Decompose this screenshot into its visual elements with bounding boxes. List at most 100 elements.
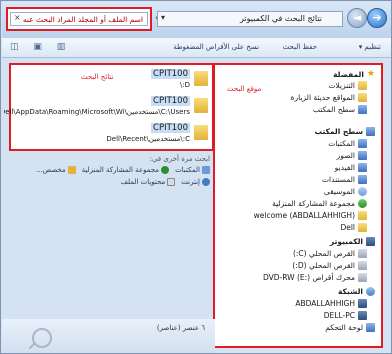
globe-icon — [202, 178, 210, 186]
forward-button[interactable]: ➔ — [367, 8, 387, 28]
address-path: نتائج البحث في الكمبيوتر — [240, 14, 322, 23]
address-bar[interactable]: نتائج البحث في الكمبيوتر ▾ — [157, 11, 343, 27]
nav-item-homegroup[interactable]: مجموعة المشاركة المنزلية — [272, 199, 367, 208]
search-field[interactable]: × — [10, 12, 148, 26]
control-panel-icon — [366, 323, 375, 332]
nav-label: المواقع حديثة الزيارة — [290, 93, 355, 102]
nav-label: الفيديو — [334, 163, 355, 172]
drive-icon — [358, 249, 367, 258]
view-options-icon[interactable]: ▥ ▣ ◫ — [10, 42, 71, 52]
nav-item-control-panel[interactable]: لوحة التحكم — [325, 323, 375, 332]
nav-item-desktop-fav[interactable]: سطح المكتب — [313, 105, 367, 114]
search-again-title: ابحث مرة أخرى في: — [149, 155, 210, 163]
nav-item-dell[interactable]: Dell — [340, 223, 367, 232]
nav-item-drive-e[interactable]: محرك أقراص DVD-RW (E:) — [263, 273, 367, 282]
library-icon — [202, 166, 210, 174]
link-label: مخصص... — [36, 166, 66, 174]
nav-label: الصور — [336, 151, 355, 160]
nav-item-computer[interactable]: الكمبيوتر — [330, 237, 375, 246]
explorer-window: × cpit ↻ نتائج البحث في الكمبيوتر ▾ ◄ ➔ … — [0, 0, 392, 354]
command-bar: تنظيم ▾ حفظ البحث نسخ على الأقراص المضغو… — [2, 38, 391, 58]
result-name: CPIT100 — [151, 123, 190, 133]
save-search-button[interactable]: حفظ البحث — [283, 43, 317, 51]
nav-item-drive-c[interactable]: القرص المحلي (C:) — [293, 249, 367, 258]
nav-item-documents[interactable]: المستندات — [322, 175, 367, 184]
link-label: إنترنت — [181, 178, 200, 186]
search-again-file-contents[interactable]: محتويات الملف — [121, 178, 176, 186]
folder-icon — [67, 166, 76, 174]
folder-icon — [358, 223, 367, 232]
organize-menu[interactable]: تنظيم ▾ — [359, 43, 381, 51]
search-again-custom[interactable]: مخصص... — [36, 166, 76, 174]
drive-icon — [358, 273, 367, 282]
nav-label: سطح المكتب — [312, 105, 355, 114]
nav-label: welcome (ABDALLAHHIGH) — [253, 211, 355, 220]
result-item[interactable]: CPIT100 C:\Users\مستخدمين\Dell\AppData\R… — [4, 96, 208, 121]
link-label: المكتبات — [175, 166, 200, 174]
nav-item-downloads[interactable]: التنزيلات — [328, 81, 367, 90]
nav-item-drive-d[interactable]: القرص المحلي (D:) — [292, 261, 367, 270]
search-box-highlight: × — [6, 7, 152, 31]
item-count: ٦ عنصر (عناصر) — [156, 324, 205, 332]
folder-icon — [358, 81, 367, 90]
folder-icon — [358, 211, 367, 220]
nav-item-music[interactable]: الموسيقى — [324, 187, 367, 196]
folder-icon — [358, 93, 367, 102]
burn-button[interactable]: نسخ على الأقراص المضغوطة — [173, 43, 259, 51]
computer-icon — [366, 237, 375, 246]
nav-label: المكتبات — [328, 139, 355, 148]
nav-label: مجموعة المشاركة المنزلية — [272, 199, 355, 208]
nav-item-abdallahhigh[interactable]: ABDALLAHHIGH — [295, 299, 367, 308]
nav-label: التنزيلات — [328, 81, 355, 90]
folder-icon — [194, 71, 208, 86]
back-button[interactable]: ◄ — [347, 8, 367, 28]
search-again-homegroup[interactable]: مجموعة المشاركة المنزلية — [81, 166, 170, 174]
search-results-pane: نتائج البحث CPIT100 D:\ CPIT100 C:\Users… — [4, 63, 214, 151]
nav-label: الموسيقى — [323, 187, 355, 196]
search-again-internet[interactable]: إنترنت — [181, 178, 210, 186]
nav-item-pictures[interactable]: الصور — [337, 151, 367, 160]
result-item[interactable]: CPIT100 D:\ — [16, 69, 208, 94]
library-icon — [358, 175, 367, 184]
result-path: C:\Users\مستخدمين\Dell\AppData\Roaming\M… — [4, 108, 190, 116]
search-location-annotation: موقع البحث — [227, 85, 262, 93]
nav-label: المفضلة — [333, 69, 364, 79]
nav-item-welcome[interactable]: welcome (ABDALLAHHIGH) — [254, 211, 367, 220]
nav-item-libraries[interactable]: المكتبات — [328, 139, 367, 148]
nav-label: Dell — [340, 223, 355, 232]
nav-item-network[interactable]: الشبكة — [338, 287, 375, 296]
desktop-icon — [358, 105, 367, 114]
nav-label: الشبكة — [338, 287, 363, 296]
nav-label: القرص المحلي (C:) — [292, 249, 355, 258]
nav-label: المستندات — [321, 175, 355, 184]
result-name: CPIT100 — [151, 69, 190, 79]
clear-search-icon[interactable]: × — [14, 13, 21, 22]
nav-label: DELL-PC — [323, 311, 355, 320]
library-icon — [358, 163, 367, 172]
result-name: CPIT100 — [151, 96, 190, 106]
search-again-row: إنترنت محتويات الملف — [121, 178, 210, 186]
search-again-row: المكتبات مجموعة المشاركة المنزلية مخصص..… — [36, 166, 210, 174]
nav-label: القرص المحلي (D:) — [292, 261, 355, 270]
result-item[interactable]: CPIT100 C:\مستخدمين\Dell\Recent — [16, 123, 208, 148]
network-icon — [366, 287, 375, 296]
desktop-icon — [366, 127, 375, 136]
nav-item-recent-places[interactable]: المواقع حديثة الزيارة — [291, 93, 367, 102]
address-dropdown-icon[interactable]: ▾ — [161, 13, 165, 22]
nav-item-desktop[interactable]: سطح المكتب — [315, 127, 375, 136]
search-again-libraries[interactable]: المكتبات — [175, 166, 210, 174]
link-label: محتويات الملف — [120, 178, 166, 186]
drive-icon — [358, 261, 367, 270]
nav-item-videos[interactable]: الفيديو — [335, 163, 367, 172]
navigation-pane: موقع البحث ★ المفضلة التنزيلات المواقع حد… — [213, 63, 383, 348]
folder-icon — [194, 125, 208, 140]
link-label: مجموعة المشاركة المنزلية — [81, 166, 160, 174]
result-path: C:\مستخدمين\Dell\Recent — [106, 135, 190, 143]
nav-item-favorites[interactable]: ★ المفضلة — [333, 69, 375, 79]
result-path: D:\ — [179, 81, 190, 89]
search-magnifier-icon — [32, 328, 52, 348]
search-input[interactable] — [23, 14, 143, 25]
status-bar: ٦ عنصر (عناصر) — [2, 319, 215, 353]
document-icon — [167, 178, 176, 186]
nav-item-dell-pc[interactable]: DELL-PC — [324, 311, 367, 320]
